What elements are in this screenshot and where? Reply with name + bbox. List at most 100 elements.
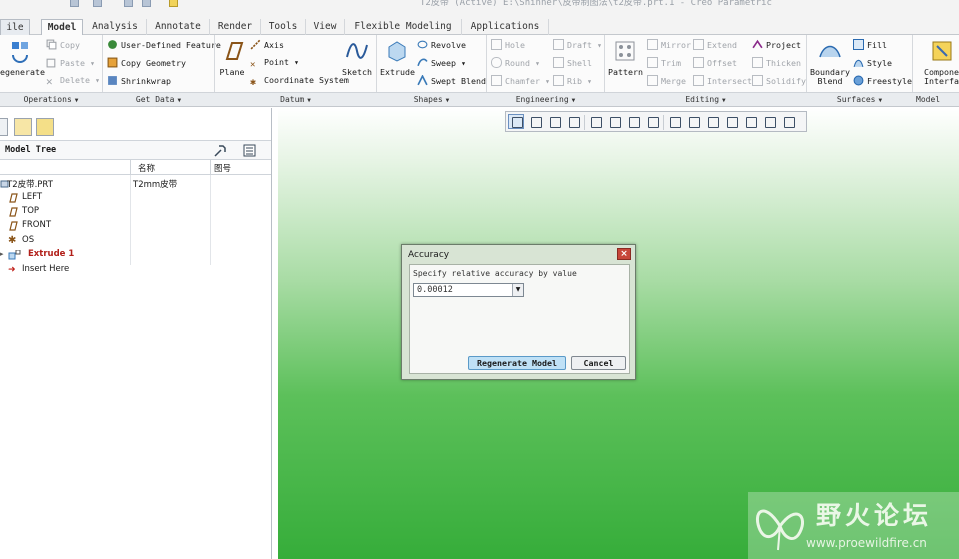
offset-button[interactable]: Offset: [693, 57, 737, 69]
annotation-display-icon[interactable]: [780, 114, 796, 129]
extend-button[interactable]: Extend: [693, 39, 737, 51]
group-shapes[interactable]: Shapes ▼: [377, 93, 486, 107]
datum-display-icon[interactable]: [666, 114, 682, 129]
tree-row-part[interactable]: T2皮带.PRT T2mm皮带: [0, 177, 271, 191]
component-interface-button[interactable]: Compone Interfa: [924, 39, 959, 86]
settings-icon[interactable]: [213, 144, 227, 158]
accuracy-value[interactable]: 0.00012: [417, 285, 453, 295]
group-operations[interactable]: Operations ▼: [0, 93, 102, 107]
regenerate-button[interactable]: egenerate: [0, 39, 45, 77]
tab-analysis[interactable]: Analysis: [84, 19, 147, 35]
tree-row-extrude-1[interactable]: ▸ Extrude 1: [0, 248, 271, 262]
chevron-down-icon[interactable]: ▼: [512, 284, 523, 296]
tree-row-insert-here[interactable]: ➜ Insert Here: [0, 263, 271, 277]
quick-access-folder-icon[interactable]: [169, 0, 178, 7]
forum-watermark: 野火论坛 www.proewildfire.cn: [748, 492, 959, 559]
copy-geometry-button[interactable]: Copy Geometry: [107, 57, 186, 69]
swept-blend-button[interactable]: Swept Blend: [417, 75, 486, 87]
round-button[interactable]: Round ▾: [491, 57, 540, 69]
tab-file[interactable]: ile ▾: [0, 19, 30, 48]
refit-icon[interactable]: [508, 114, 524, 129]
group-model-intent[interactable]: Model Inte: [913, 93, 959, 117]
column-divider[interactable]: [130, 160, 131, 175]
axis-display-icon[interactable]: [704, 114, 720, 129]
plane-button[interactable]: Plane: [217, 39, 247, 77]
plane-display-icon[interactable]: [685, 114, 701, 129]
project-button[interactable]: Project: [752, 39, 801, 51]
point-display-icon[interactable]: [723, 114, 739, 129]
show-columns-icon[interactable]: [243, 144, 257, 158]
column-name[interactable]: 名称: [138, 162, 155, 174]
paste-button[interactable]: Paste ▾: [46, 57, 95, 69]
display-style-icon[interactable]: [587, 114, 603, 129]
quick-access-windows-icon[interactable]: [142, 0, 151, 7]
merge-button[interactable]: Merge: [647, 75, 686, 87]
saved-orientations-icon[interactable]: [606, 114, 622, 129]
rib-button[interactable]: Rib ▾: [553, 75, 592, 87]
column-divider[interactable]: [210, 160, 211, 175]
solidify-button[interactable]: Solidify: [752, 75, 806, 87]
tree-row-coordinate-system[interactable]: ✱ OS: [0, 234, 271, 248]
hole-button[interactable]: Hole: [491, 39, 525, 51]
close-icon[interactable]: ×: [617, 248, 631, 260]
folder-browser-tab[interactable]: [14, 118, 32, 136]
fill-button[interactable]: Fill: [853, 39, 887, 51]
group-engineering[interactable]: Engineering ▼: [487, 93, 604, 107]
user-defined-feature-button[interactable]: User-Defined Feature: [107, 39, 221, 51]
quick-access-redo-icon[interactable]: [93, 0, 102, 7]
tab-annotate[interactable]: Annotate: [147, 19, 210, 35]
style-button[interactable]: Style: [853, 57, 892, 69]
model-tree-tab[interactable]: [0, 118, 8, 136]
sketch-button[interactable]: Sketch: [342, 39, 372, 77]
csys-display-icon[interactable]: [742, 114, 758, 129]
perspective-view-icon[interactable]: [644, 114, 660, 129]
draft-button[interactable]: Draft ▾: [553, 39, 602, 51]
freestyle-button[interactable]: Freestyle: [853, 75, 912, 87]
coordinate-system-button[interactable]: ✱ Coordinate System: [250, 75, 349, 89]
pattern-button[interactable]: Pattern: [608, 39, 643, 77]
zoom-out-icon[interactable]: [546, 114, 562, 129]
delete-button[interactable]: ✕ Delete ▾: [46, 75, 100, 88]
intersect-button[interactable]: Intersect: [693, 75, 752, 87]
regenerate-model-button[interactable]: Regenerate Model: [468, 356, 566, 370]
zoom-in-icon[interactable]: [527, 114, 543, 129]
group-surfaces[interactable]: Surfaces ▼: [807, 93, 912, 107]
tree-row-left[interactable]: LEFT: [0, 191, 271, 205]
coordinate-system-icon: ✱: [250, 77, 257, 88]
trim-button[interactable]: Trim: [647, 57, 681, 69]
axis-button[interactable]: Axis: [250, 39, 284, 51]
tab-applications[interactable]: Applications: [462, 19, 549, 35]
tab-tools[interactable]: Tools: [261, 19, 306, 35]
sweep-button[interactable]: Sweep ▾: [417, 57, 466, 69]
group-get-data[interactable]: Get Data ▼: [103, 93, 214, 107]
cancel-button[interactable]: Cancel: [571, 356, 626, 370]
column-drawing-number[interactable]: 图号: [214, 162, 231, 174]
mirror-button[interactable]: Mirror: [647, 39, 691, 51]
datum-plane-icon: [9, 207, 18, 217]
quick-access-undo-icon[interactable]: [70, 0, 79, 7]
accuracy-value-combobox[interactable]: 0.00012 ▼: [413, 283, 524, 297]
favorites-tab[interactable]: [36, 118, 54, 136]
tree-row-top[interactable]: TOP: [0, 205, 271, 219]
spin-center-icon[interactable]: [761, 114, 777, 129]
tab-view[interactable]: View: [306, 19, 345, 35]
repaint-icon[interactable]: [565, 114, 581, 129]
thicken-button[interactable]: Thicken: [752, 57, 801, 69]
expand-arrow-icon[interactable]: ▸: [0, 250, 4, 258]
tab-model[interactable]: Model: [41, 19, 83, 36]
boundary-blend-button[interactable]: Boundary Blend: [810, 39, 850, 86]
tab-render[interactable]: Render: [210, 19, 261, 35]
tab-flexible-modeling[interactable]: Flexible Modeling: [345, 19, 462, 35]
chamfer-button[interactable]: Chamfer ▾: [491, 75, 550, 87]
revolve-button[interactable]: Revolve: [417, 39, 466, 51]
tree-row-front[interactable]: FRONT: [0, 219, 271, 233]
group-editing[interactable]: Editing ▼: [605, 93, 806, 107]
shell-button[interactable]: Shell: [553, 57, 592, 69]
group-datum[interactable]: Datum ▼: [215, 93, 376, 107]
extrude-button[interactable]: Extrude: [380, 39, 415, 77]
shrinkwrap-button[interactable]: Shrinkwrap: [107, 75, 171, 87]
quick-access-regenerate-icon[interactable]: [124, 0, 133, 7]
view-manager-icon[interactable]: [625, 114, 641, 129]
copy-button[interactable]: Copy: [46, 39, 80, 51]
point-button[interactable]: ✕ Point ▾: [250, 57, 299, 71]
